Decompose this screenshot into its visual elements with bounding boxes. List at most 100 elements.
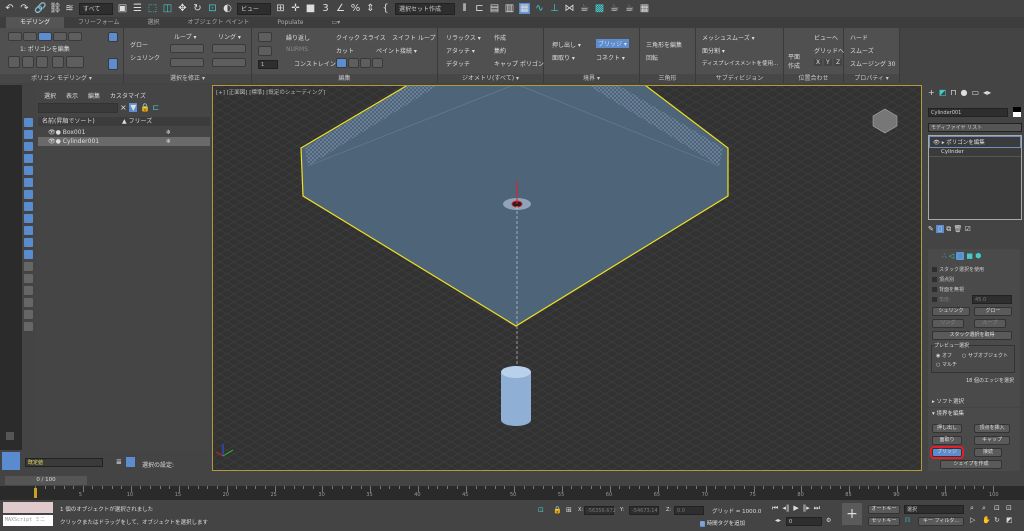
scale-icon[interactable]: ⊡ xyxy=(207,3,218,14)
filter-toggle-icon[interactable]: ▼ xyxy=(129,103,138,112)
tab-populate[interactable]: Populate xyxy=(263,17,317,28)
maxscript-listener[interactable] xyxy=(3,502,53,513)
prev-frame-icon[interactable]: ◂‖ xyxy=(782,504,789,513)
ring-grow-button[interactable] xyxy=(212,44,246,53)
tab-selection[interactable]: 選択 xyxy=(133,17,173,28)
turn-button[interactable]: 回転 xyxy=(646,53,658,62)
polygon-mode-button[interactable] xyxy=(53,32,67,41)
chamfer-button[interactable]: 面取り ▾ xyxy=(552,53,575,62)
camera-filter-icon[interactable] xyxy=(24,154,33,163)
ribbon-toggle-icon[interactable]: ▦ xyxy=(519,3,530,14)
current-frame-field[interactable]: 0 xyxy=(786,517,822,526)
render-cloud-icon[interactable]: ▦ xyxy=(639,3,650,14)
smooth-button[interactable]: スムーズ xyxy=(850,46,874,55)
border-icon[interactable]: ◯ xyxy=(956,252,965,260)
stack-prev-button[interactable] xyxy=(8,56,20,68)
chamfer-button[interactable]: 面取り xyxy=(932,436,962,445)
extrude-button[interactable]: 押し出し xyxy=(932,424,962,433)
time-config-icon[interactable]: ⚙ xyxy=(826,517,831,524)
preserve-uv-button[interactable] xyxy=(258,32,272,42)
keyboard-shortcut-icon[interactable]: ■ xyxy=(305,3,316,14)
snap-icon[interactable]: 3 xyxy=(320,3,331,14)
meshsmooth-button[interactable]: メッシュスムーズ ▾ xyxy=(702,33,755,42)
create-button[interactable]: 作成 xyxy=(494,33,506,42)
constraint-normal-button[interactable] xyxy=(372,58,383,68)
layer-dropdown[interactable]: 既定値 xyxy=(25,458,103,467)
geometry-filter-icon[interactable] xyxy=(24,118,33,127)
detach-button[interactable]: デタッチ xyxy=(446,59,470,68)
vertex-icon[interactable]: ∴ xyxy=(942,252,946,260)
rotate-icon[interactable]: ↻ xyxy=(192,3,203,14)
preview-multi-radio[interactable]: ○ マルチ xyxy=(936,361,957,368)
loop-grow-button[interactable] xyxy=(170,44,204,53)
freeze-column-header[interactable]: ▲ フリーズ xyxy=(122,117,152,126)
cap-poly-button[interactable]: キャップ ポリゴン xyxy=(494,59,544,68)
preview-off-radio[interactable]: ◉ オフ xyxy=(936,352,952,359)
explorer-menu-edit[interactable]: 編集 xyxy=(88,91,100,100)
named-selection-set-dropdown[interactable]: 選択セット作成 xyxy=(395,2,455,15)
constraint-edge-button[interactable] xyxy=(348,58,359,68)
zoom-all-icon[interactable]: ⌕ xyxy=(982,504,994,513)
tab-freeform[interactable]: フリーフォーム xyxy=(64,17,133,28)
insert-vertex-button[interactable]: 頂点を挿入 xyxy=(974,424,1010,433)
display-all-icon[interactable] xyxy=(24,262,33,271)
object-name-field[interactable]: Cylinder001 xyxy=(928,108,1008,117)
stack-item-cylinder[interactable]: Cylinder xyxy=(929,148,1021,157)
align-y-button[interactable]: Y xyxy=(824,59,832,66)
lock-icon[interactable]: 🔒 xyxy=(140,103,150,112)
spinner-field[interactable]: 1 xyxy=(258,60,278,69)
ring-shrink-button[interactable] xyxy=(212,58,246,67)
window-crossing-icon[interactable]: ◫ xyxy=(162,3,173,14)
add-time-tag[interactable]: ◎ 時間タグを追加 xyxy=(700,519,745,527)
shrink-button[interactable]: シュリンク xyxy=(130,53,160,62)
container-filter-icon[interactable] xyxy=(24,226,33,235)
viewport-layout-icon[interactable] xyxy=(2,452,20,470)
play-icon[interactable]: ▶ xyxy=(793,504,798,513)
key-mode-icon[interactable]: ◂▸ xyxy=(775,517,781,524)
collapse-button[interactable]: 集約 xyxy=(494,46,506,55)
mirror-icon[interactable]: ⫴ xyxy=(459,3,470,14)
current-frame-marker[interactable] xyxy=(34,488,37,498)
to-grid-button[interactable]: グリッドへ xyxy=(814,46,844,55)
stack-next-button[interactable] xyxy=(22,56,34,68)
nurms-button[interactable]: NURMS xyxy=(286,46,308,53)
select-object-icon[interactable]: ▣ xyxy=(117,3,128,14)
edge-icon[interactable]: ◁ xyxy=(949,252,954,260)
use-soft-selection-button[interactable] xyxy=(108,58,118,70)
loop-button[interactable]: ループ xyxy=(974,319,1006,328)
vertex-mode-button[interactable] xyxy=(8,32,22,41)
zoom-extents-icon[interactable]: ⊡ xyxy=(994,504,1006,513)
connect-button[interactable]: コネクト ▾ xyxy=(596,53,625,62)
attach-button[interactable]: アタッチ ▾ xyxy=(446,46,475,55)
spacewarp-filter-icon[interactable] xyxy=(24,178,33,187)
light-filter-icon[interactable] xyxy=(24,142,33,151)
explorer-menu-customize[interactable]: カスタマイズ xyxy=(110,91,146,100)
angle-field[interactable]: 45.0 xyxy=(972,295,1012,304)
pan-icon[interactable]: ✋ xyxy=(982,516,994,524)
unlink-icon[interactable]: ⛓ xyxy=(49,3,62,14)
ribbon-options-icon[interactable]: ▭▾ xyxy=(318,17,355,28)
create-shape-button[interactable]: シェイプを作成 xyxy=(940,460,1002,469)
loop-shrink-button[interactable] xyxy=(170,58,204,67)
rect-region-icon[interactable]: ⬚ xyxy=(147,3,158,14)
bridge-button[interactable]: ブリッジ ▾ xyxy=(596,39,629,48)
display-none-icon[interactable] xyxy=(24,274,33,283)
use-displacement-button[interactable]: ディスプレイスメントを使用... xyxy=(702,59,778,67)
maxscript-mini-input[interactable]: MAXScript ミニ xyxy=(3,515,53,526)
frozen-filter-icon[interactable] xyxy=(24,238,33,247)
scene-explorer-icon[interactable]: ▤ xyxy=(489,3,500,14)
lock-selection-icon[interactable]: 🔒 xyxy=(553,506,562,514)
move-icon[interactable]: ✥ xyxy=(177,3,188,14)
ring-button[interactable]: リング xyxy=(932,319,964,328)
constraint-none-button[interactable] xyxy=(336,58,347,68)
render-production-icon[interactable]: ☕ xyxy=(609,3,620,14)
clear-icon[interactable]: × xyxy=(120,103,127,112)
set-key-button[interactable]: セットキー xyxy=(868,517,900,526)
redo-icon[interactable]: ↷ xyxy=(19,3,30,14)
modify-mode-button[interactable] xyxy=(108,32,118,42)
object-color-swatch[interactable] xyxy=(1013,107,1021,117)
rollout-title[interactable]: ▾ 境界を編集 xyxy=(932,409,964,417)
time-slider[interactable]: 0 / 100 xyxy=(5,476,87,485)
smooth30-button[interactable]: スムージング 30 xyxy=(850,59,895,68)
align-x-button[interactable]: X xyxy=(814,59,823,66)
